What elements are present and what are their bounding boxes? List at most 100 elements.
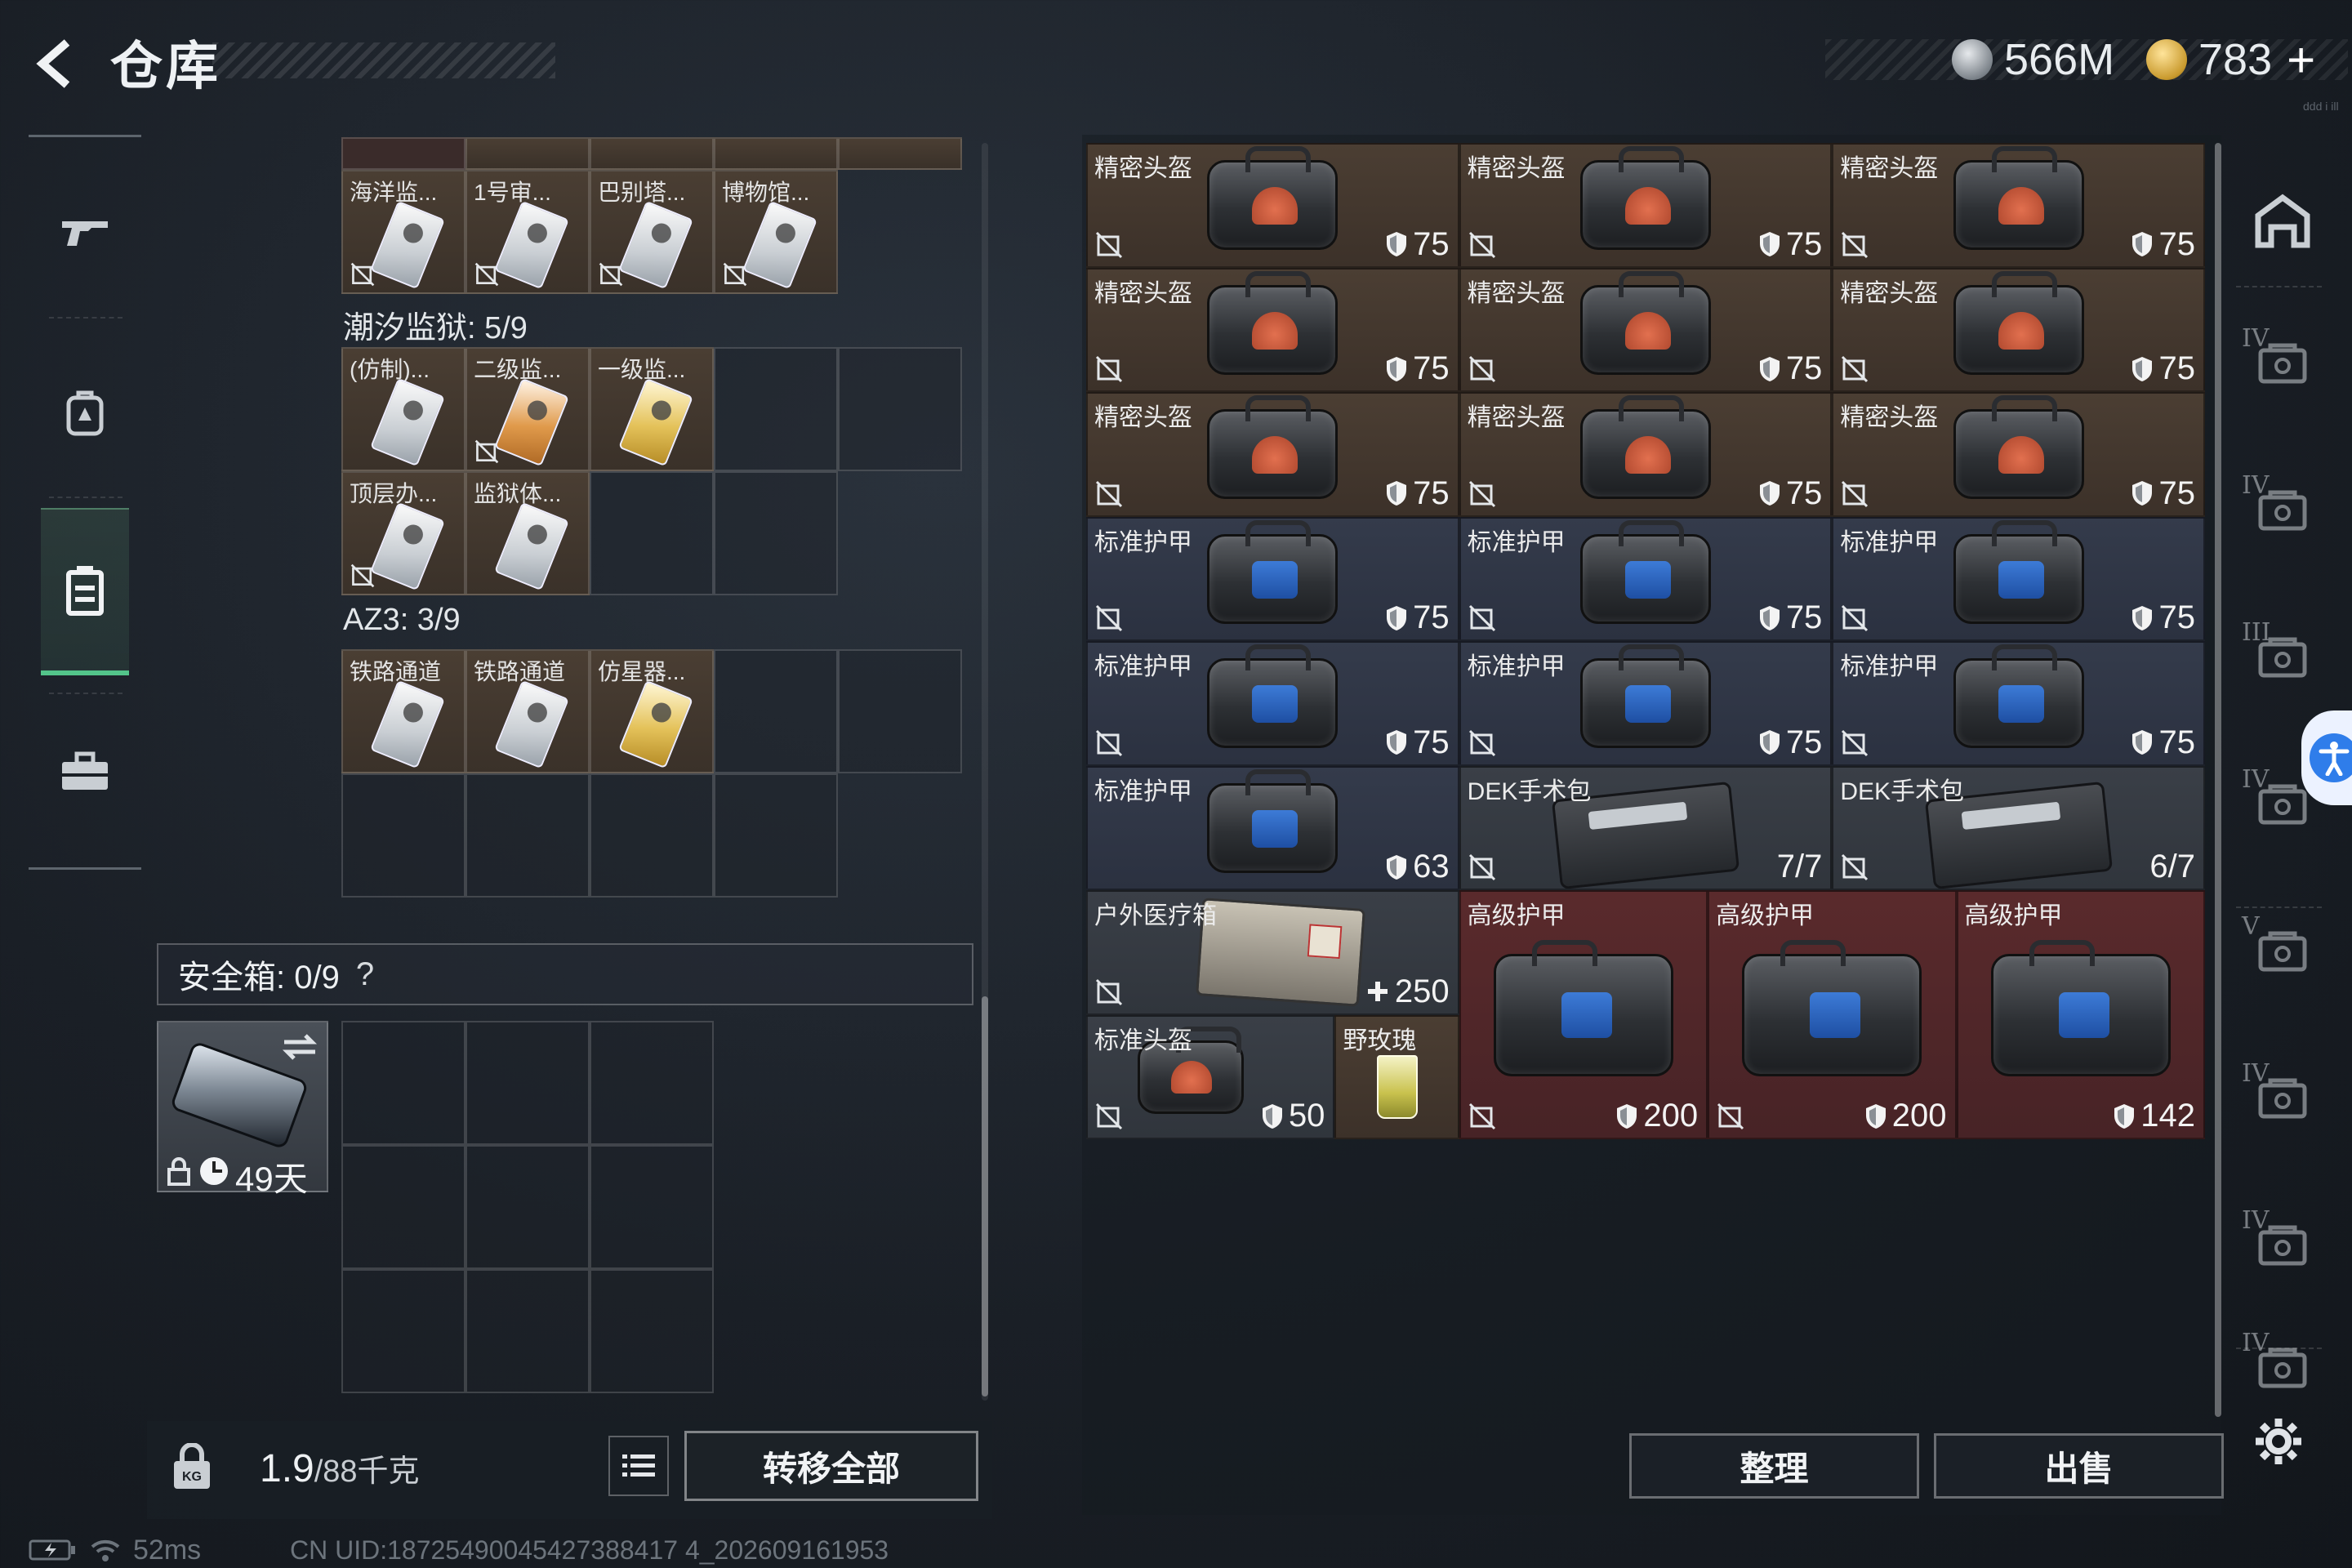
nav-container-7[interactable]: IV (2242, 1327, 2323, 1409)
storage-slot[interactable]: 二级监... (466, 347, 590, 471)
warehouse-item[interactable]: 标准护甲 75 (1832, 641, 2205, 766)
empty-slot[interactable] (590, 1145, 714, 1269)
storage-slot[interactable]: 巴别塔... (590, 170, 714, 294)
warehouse-item[interactable]: 精密头盔 75 (1086, 143, 1459, 268)
transfer-all-button[interactable]: 转移全部 (684, 1431, 978, 1501)
storage-slot[interactable]: (仿制)... (341, 347, 466, 471)
sort-button[interactable]: 整理 (1629, 1433, 1919, 1499)
storage-slot[interactable]: 海洋监... (341, 170, 466, 294)
list-view-button[interactable] (608, 1436, 669, 1496)
nav-divider (49, 497, 122, 498)
nav-container-4[interactable]: V (2242, 911, 2323, 992)
nav-backpack[interactable] (41, 331, 129, 494)
warehouse-item[interactable]: DEK手术包 7/7 (1459, 765, 1833, 890)
storage-slot[interactable]: 铁路通道 (466, 649, 590, 773)
warehouse-item[interactable]: 标准护甲 75 (1086, 641, 1459, 766)
back-button[interactable] (24, 31, 90, 96)
warehouse-scrollbar[interactable] (2215, 143, 2221, 1417)
empty-slot[interactable] (838, 347, 962, 471)
storage-slot[interactable]: 博物馆... (714, 170, 838, 294)
storage-slot[interactable]: 一级监... (590, 347, 714, 471)
backpack-icon (66, 390, 104, 436)
storage-slot[interactable] (341, 137, 466, 170)
nav-container-1[interactable]: IV (2242, 470, 2323, 551)
nav-toolbox[interactable] (41, 690, 129, 853)
warehouse-item[interactable]: 精密头盔 75 (1086, 392, 1459, 517)
gold-currency[interactable]: 783 + (2146, 31, 2315, 88)
storage-slot[interactable] (590, 137, 714, 170)
storage-slot[interactable]: 仿星器... (590, 649, 714, 773)
empty-slot[interactable] (590, 773, 714, 898)
swap-icon[interactable] (279, 1031, 320, 1063)
storage-slot[interactable]: 顶层办... (341, 471, 466, 595)
title-decoration (212, 42, 555, 78)
warehouse-item[interactable]: 精密头盔 75 (1086, 267, 1459, 392)
safe-box-item[interactable]: 49天 (157, 1021, 328, 1198)
help-button[interactable]: ? (356, 956, 374, 993)
warehouse-item[interactable]: 高级护甲 142 (1956, 890, 2205, 1139)
item-value: 200 (1864, 1098, 1947, 1134)
empty-slot[interactable] (590, 1269, 714, 1393)
warehouse-item[interactable]: DEK手术包 6/7 (1832, 765, 2205, 890)
storage-slot[interactable] (466, 137, 590, 170)
empty-slot[interactable] (838, 649, 962, 773)
nav-weapon[interactable] (41, 151, 129, 314)
warehouse-item[interactable]: 高级护甲 200 (1459, 890, 1708, 1139)
group1-grid: 海洋监... 1号审... 巴别塔... 博物馆... (341, 170, 838, 294)
empty-slot[interactable] (466, 1269, 590, 1393)
nav-storage[interactable] (41, 508, 129, 675)
warehouse-item[interactable]: 户外医疗箱 250 (1086, 890, 1459, 1015)
item-emblem (1998, 436, 2044, 474)
warehouse-item[interactable]: 精密头盔 75 (1459, 143, 1833, 268)
nav-container-3[interactable]: IV (2242, 764, 2323, 845)
empty-slot[interactable] (590, 471, 714, 595)
empty-slot[interactable] (466, 1021, 590, 1145)
warehouse-item[interactable]: 标准护甲 75 (1459, 641, 1833, 766)
storage-slot[interactable]: 监狱体... (466, 471, 590, 595)
settings-button[interactable] (2242, 1405, 2315, 1478)
nav-container-5[interactable]: IV (2242, 1058, 2323, 1139)
empty-slot[interactable] (714, 471, 838, 595)
sell-button[interactable]: 出售 (1934, 1433, 2224, 1499)
nav-home[interactable] (2242, 180, 2323, 261)
storage-scroll-thumb[interactable] (982, 996, 988, 1396)
warehouse-item[interactable]: 精密头盔 75 (1459, 392, 1833, 517)
nav-container-0[interactable]: IV (2242, 323, 2323, 404)
group3-title: AZ3: 3/9 (343, 603, 461, 637)
keycard-chip (524, 220, 550, 247)
warehouse-item[interactable]: 标准护甲 75 (1832, 516, 2205, 641)
warehouse-item[interactable]: 野玫瑰 (1334, 1014, 1459, 1139)
warehouse-item[interactable]: 精密头盔 75 (1832, 143, 2205, 268)
add-gold-button[interactable]: + (2287, 32, 2315, 88)
warehouse-item[interactable]: 精密头盔 75 (1459, 267, 1833, 392)
empty-slot[interactable] (714, 773, 838, 898)
storage-slot[interactable]: 1号审... (466, 170, 590, 294)
warehouse-item[interactable]: 精密头盔 75 (1832, 392, 2205, 517)
warehouse-item[interactable]: 标准护甲 75 (1459, 516, 1833, 641)
empty-slot[interactable] (466, 1145, 590, 1269)
empty-slot[interactable] (590, 1021, 714, 1145)
empty-slot[interactable] (341, 773, 466, 898)
helmet-image (1207, 270, 1339, 375)
empty-slot[interactable] (714, 347, 838, 471)
empty-slot[interactable] (341, 1021, 466, 1145)
storage-slot[interactable] (838, 137, 962, 170)
weight-lock-button[interactable]: KG (155, 1431, 229, 1504)
no-insurance-icon (1468, 853, 1495, 881)
empty-slot[interactable] (341, 1145, 466, 1269)
warehouse-item[interactable]: 标准护甲 75 (1086, 516, 1459, 641)
empty-slot[interactable] (714, 649, 838, 773)
storage-slot[interactable]: 铁路通道 (341, 649, 466, 773)
warehouse-item[interactable]: 标准头盔 50 (1086, 1014, 1335, 1139)
storage-slot[interactable] (714, 137, 838, 170)
warehouse-item[interactable]: 高级护甲 200 (1708, 890, 1957, 1139)
helmet-image (1953, 395, 2084, 500)
nav-container-6[interactable]: IV (2242, 1205, 2323, 1286)
empty-slot[interactable] (341, 1269, 466, 1393)
warehouse-item[interactable]: 精密头盔 75 (1832, 267, 2205, 392)
nav-container-2[interactable]: III (2242, 617, 2323, 698)
keycard-chip (524, 397, 550, 424)
heal-plus-icon (1367, 982, 1388, 1001)
empty-slot[interactable] (466, 773, 590, 898)
warehouse-item[interactable]: 标准护甲 63 (1086, 765, 1459, 890)
